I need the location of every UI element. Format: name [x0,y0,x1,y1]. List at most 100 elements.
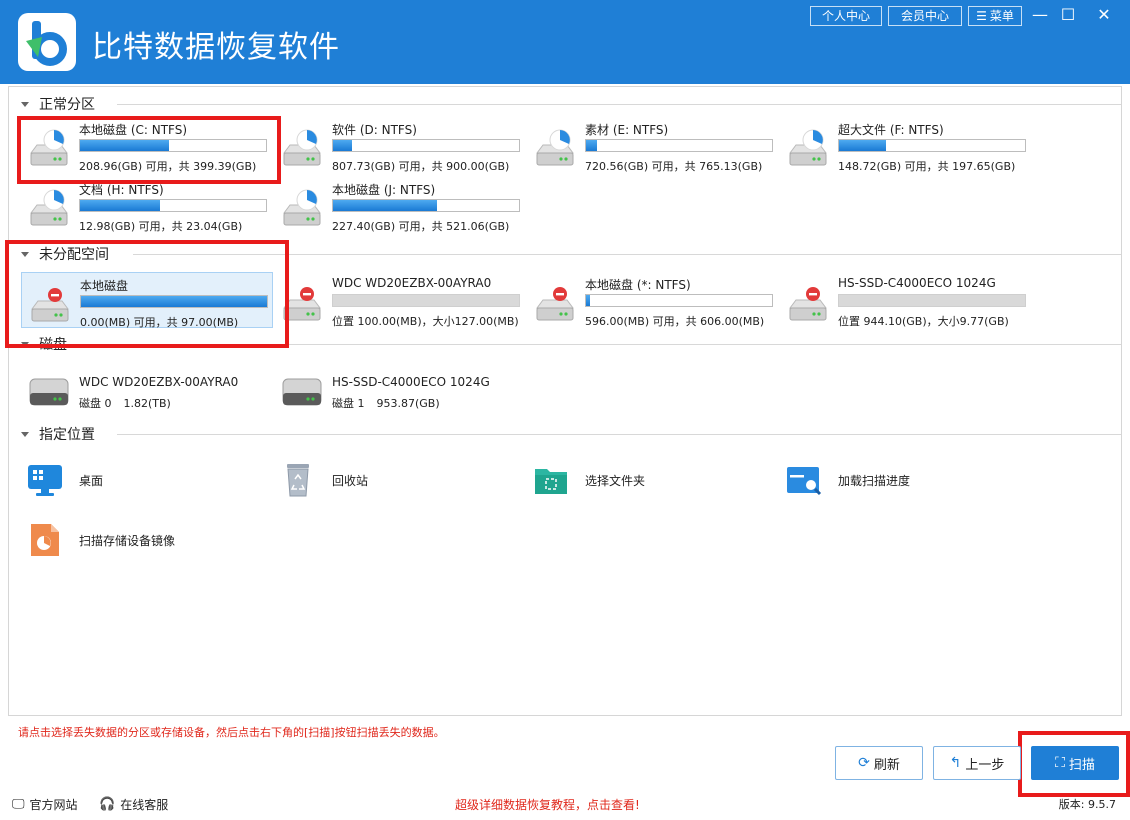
section-divider [117,434,1121,435]
usage-bar-fill [80,200,160,211]
disk-label: 磁盘 1 [332,397,365,410]
member-center-button[interactable]: 会员中心 [888,6,962,26]
disk-info: 磁盘 1 953.87(GB) [332,395,440,411]
section-title: 指定位置 [39,427,95,443]
partition-item[interactable]: 超大文件 (F: NTFS) 148.72(GB) 可用，共 197.65(GB) [780,117,1032,173]
disk-size: 953.87(GB) [376,397,440,410]
partition-item[interactable]: 本地磁盘 (J: NTFS) 227.40(GB) 可用，共 521.06(GB) [274,177,526,233]
unallocated-item[interactable]: HS-SSD-C4000ECO 1024G 位置 944.10(GB)，大小9.7… [780,272,1032,328]
menu-icon: ☰ [976,9,987,23]
usage-bar-fill [839,140,886,151]
back-label: 上一步 [965,757,1005,773]
hard-drive-icon [786,284,830,324]
disk-size: 1.82(TB) [123,397,171,410]
collapse-triangle-icon[interactable] [21,431,29,437]
physical-disk-icon [280,375,324,409]
disk-item[interactable]: WDC WD20EZBX-00AYRA0 磁盘 0 1.82(TB) [21,367,273,417]
scan-button[interactable]: ⛶ 扫描 [1031,746,1119,780]
location-item[interactable]: 扫描存储设备镜像 [21,519,273,559]
instruction-hint: 请点击选择丢失数据的分区或存储设备，然后点击右下角的[扫描]按钮扫描丢失的数据。 [18,726,445,739]
unallocated-name: WDC WD20EZBX-00AYRA0 [332,276,492,290]
partition-name: 软件 (D: NTFS) [332,123,417,137]
title-bar: 比特数据恢复软件 个人中心 会员中心 ☰ 菜单 — ☐ ✕ [0,0,1130,84]
location-name: 桌面 [79,474,104,488]
location-item[interactable]: 加载扫描进度 [780,459,1032,499]
app-logo-icon [18,13,76,71]
tutorial-link[interactable]: 超级详细数据恢复教程，点击查看! [455,796,640,813]
disk-info: 磁盘 0 1.82(TB) [79,395,171,411]
recycle-bin-icon [280,463,316,497]
unallocated-name: HS-SSD-C4000ECO 1024G [838,276,996,290]
minimize-icon[interactable]: — [1028,4,1052,28]
location-item[interactable]: 选择文件夹 [527,459,779,499]
disk-name: HS-SSD-C4000ECO 1024G [332,375,490,389]
refresh-label: 刷新 [873,757,900,773]
highlight-box-c-drive [17,116,281,184]
menu-button[interactable]: ☰ 菜单 [968,6,1022,26]
disk-label: 磁盘 0 [79,397,112,410]
physical-disk-icon [27,375,71,409]
back-button[interactable]: ↰ 上一步 [933,746,1021,780]
app-title: 比特数据恢复软件 [92,30,340,65]
partition-item[interactable]: 软件 (D: NTFS) 807.73(GB) 可用，共 900.00(GB) [274,117,526,173]
disk-item[interactable]: HS-SSD-C4000ECO 1024G 磁盘 1 953.87(GB) [274,367,526,417]
partition-name: 本地磁盘 (J: NTFS) [332,183,436,197]
maximize-icon[interactable]: ☐ [1056,4,1080,28]
website-link[interactable]: 🖵 官方网站 [12,796,78,813]
footer-bar: 🖵 官方网站 🎧 在线客服 超级详细数据恢复教程，点击查看! 版本: 9.5.7 [0,790,1130,820]
usage-bar [332,139,520,152]
collapse-triangle-icon[interactable] [21,101,29,107]
section-title: 正常分区 [39,97,95,113]
hard-drive-icon [27,189,71,229]
hard-drive-icon [533,284,577,324]
unallocated-name: 本地磁盘 (*: NTFS) [585,278,691,292]
unallocated-capacity: 位置 944.10(GB)，大小9.77(GB) [838,315,1009,328]
usage-bar-fill [333,140,352,151]
partition-capacity: 148.72(GB) 可用，共 197.65(GB) [838,160,1016,173]
load-progress-icon [786,463,822,497]
highlight-box-unallocated [5,240,289,348]
support-label: 在线客服 [120,798,169,812]
usage-bar [838,294,1026,307]
partition-capacity: 12.98(GB) 可用，共 23.04(GB) [79,220,243,233]
usage-bar-fill [586,140,598,151]
hard-drive-icon [280,189,324,229]
location-item[interactable]: 回收站 [274,459,526,499]
section-normal-partitions[interactable]: 正常分区 [21,94,1121,114]
unallocated-item[interactable]: WDC WD20EZBX-00AYRA0 位置 100.00(MB)，大小127.… [274,272,526,328]
usage-bar [332,199,520,212]
support-link[interactable]: 🎧 在线客服 [99,796,168,813]
partition-name: 超大文件 (F: NTFS) [838,123,944,137]
location-name: 选择文件夹 [585,474,646,488]
usage-bar [585,294,773,307]
partition-item[interactable]: 文档 (H: NTFS) 12.98(GB) 可用，共 23.04(GB) [21,177,273,233]
usage-bar [838,139,1026,152]
usage-bar [585,139,773,152]
hard-drive-icon [533,129,577,169]
hard-drive-icon [786,129,830,169]
partition-capacity: 720.56(GB) 可用，共 765.13(GB) [585,160,763,173]
personal-center-button[interactable]: 个人中心 [810,6,882,26]
headset-icon: 🎧 [99,797,116,812]
disk-image-icon [27,523,63,557]
version-label: 版本: 9.5.7 [1058,798,1116,811]
unallocated-capacity: 位置 100.00(MB)，大小127.00(MB) [332,315,519,328]
unallocated-item[interactable]: 本地磁盘 (*: NTFS) 596.00(MB) 可用，共 606.00(MB) [527,272,779,328]
desktop-icon [27,463,63,497]
menu-label: 菜单 [989,9,1014,23]
partition-item[interactable]: 素材 (E: NTFS) 720.56(GB) 可用，共 765.13(GB) [527,117,779,173]
scan-icon: ⛶ [1055,755,1065,771]
refresh-icon: ⟳ [858,755,870,771]
partition-name: 素材 (E: NTFS) [585,123,669,137]
refresh-button[interactable]: ⟳ 刷新 [835,746,923,780]
folder-icon [533,463,569,497]
section-locations[interactable]: 指定位置 [21,424,1121,444]
disk-name: WDC WD20EZBX-00AYRA0 [79,375,239,389]
back-arrow-icon: ↰ [949,755,962,771]
location-name: 加载扫描进度 [838,474,911,488]
location-name: 扫描存储设备镜像 [79,534,176,548]
close-icon[interactable]: ✕ [1092,4,1116,28]
section-divider [117,104,1121,105]
website-label: 官方网站 [29,798,78,812]
location-item[interactable]: 桌面 [21,459,273,499]
